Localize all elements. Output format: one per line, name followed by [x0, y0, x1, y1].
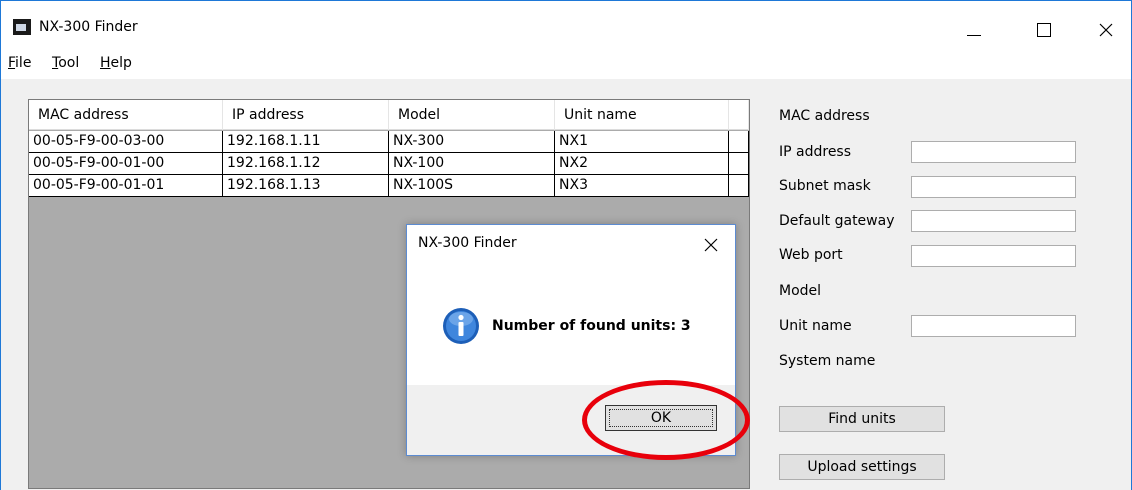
unit-name-label: Unit name	[779, 318, 852, 334]
menu-bar: File Tool Help	[1, 49, 1131, 79]
dialog-message: Number of found units: 3	[492, 318, 691, 334]
dialog-footer: OK	[407, 385, 735, 455]
column-mac-address[interactable]: MAC address	[29, 100, 223, 130]
default-gateway-label: Default gateway	[779, 213, 895, 229]
column-filler	[729, 100, 749, 130]
cell-model: NX-100	[389, 153, 555, 175]
window-title: NX-300 Finder	[39, 19, 138, 35]
subnet-mask-label: Subnet mask	[779, 178, 871, 194]
cell-ip-address: 192.168.1.12	[223, 153, 389, 175]
table-row[interactable]: 00-05-F9-00-03-00 192.168.1.11 NX-300 NX…	[29, 131, 749, 153]
ip-address-input[interactable]	[911, 141, 1076, 163]
system-name-label: System name	[779, 353, 876, 369]
cell-unit-name: NX1	[555, 131, 729, 153]
close-icon	[1099, 23, 1113, 37]
close-button[interactable]	[1083, 11, 1129, 45]
found-units-dialog: NX-300 Finder Number of found units: 3 O…	[406, 224, 736, 456]
unit-name-input[interactable]	[911, 315, 1076, 337]
cell-mac-address: 00-05-F9-00-03-00	[29, 131, 223, 153]
cell-filler	[729, 175, 749, 197]
minimize-button[interactable]	[951, 11, 997, 45]
subnet-mask-input[interactable]	[911, 176, 1076, 198]
menu-tool[interactable]: Tool	[52, 55, 79, 71]
column-unit-name[interactable]: Unit name	[555, 100, 729, 130]
cell-unit-name: NX2	[555, 153, 729, 175]
ok-button[interactable]: OK	[605, 405, 717, 431]
upload-settings-button[interactable]: Upload settings	[779, 454, 945, 480]
model-label: Model	[779, 283, 822, 299]
menu-file[interactable]: File	[8, 55, 31, 71]
maximize-button[interactable]	[1021, 11, 1067, 45]
ip-address-label: IP address	[779, 144, 852, 160]
app-speaker-icon	[13, 19, 31, 35]
mac-address-label: MAC address	[779, 108, 870, 124]
cell-unit-name: NX3	[555, 175, 729, 197]
find-units-button[interactable]: Find units	[779, 406, 945, 432]
cell-ip-address: 192.168.1.13	[223, 175, 389, 197]
cell-mac-address: 00-05-F9-00-01-00	[29, 153, 223, 175]
web-port-label: Web port	[779, 247, 843, 263]
table-row[interactable]: 00-05-F9-00-01-01 192.168.1.13 NX-100S N…	[29, 175, 749, 197]
table-row[interactable]: 00-05-F9-00-01-00 192.168.1.12 NX-100 NX…	[29, 153, 749, 175]
cell-model: NX-100S	[389, 175, 555, 197]
table-header: MAC address IP address Model Unit name	[29, 100, 749, 130]
menu-help[interactable]: Help	[100, 55, 132, 71]
column-ip-address[interactable]: IP address	[223, 100, 389, 130]
column-model[interactable]: Model	[389, 100, 555, 130]
close-icon	[704, 238, 718, 252]
dialog-close-button[interactable]	[703, 237, 719, 253]
cell-filler	[729, 153, 749, 175]
info-icon	[443, 308, 479, 344]
default-gateway-input[interactable]	[911, 210, 1076, 232]
cell-model: NX-300	[389, 131, 555, 153]
cell-ip-address: 192.168.1.11	[223, 131, 389, 153]
title-bar: NX-300 Finder	[1, 1, 1131, 49]
cell-mac-address: 00-05-F9-00-01-01	[29, 175, 223, 197]
dialog-title: NX-300 Finder	[418, 235, 517, 251]
cell-filler	[729, 131, 749, 153]
web-port-input[interactable]	[911, 245, 1076, 267]
